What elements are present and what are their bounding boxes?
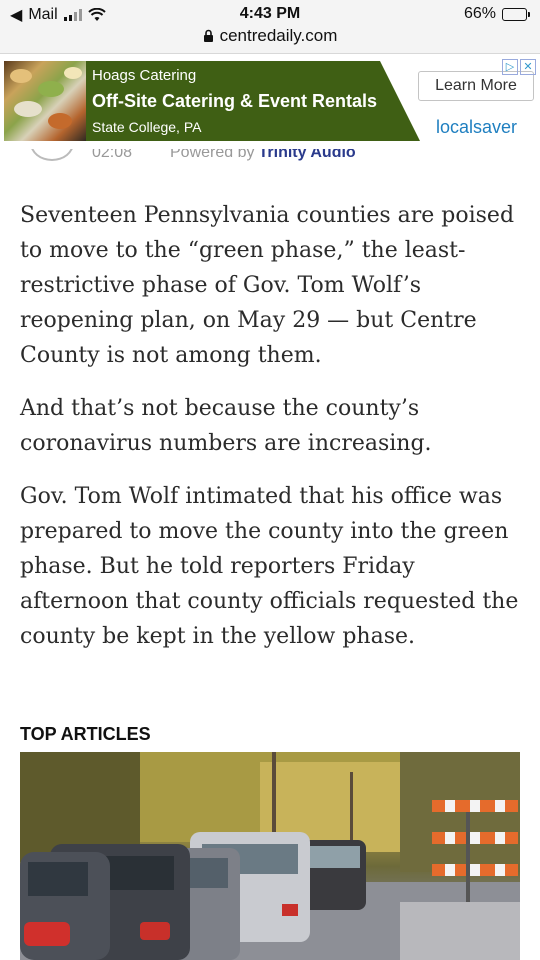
article-paragraph: Gov. Tom Wolf intimated that his office … xyxy=(20,484,519,649)
ad-location: State College, PA xyxy=(92,119,202,135)
play-icon[interactable] xyxy=(30,149,74,161)
ad-choices[interactable]: ▷ ✕ xyxy=(502,59,536,75)
status-bar: ◀ Mail 4:43 PM 66% centredaily.com xyxy=(0,0,540,54)
article-paragraph: And that’s not because the county’s coro… xyxy=(20,396,432,456)
learn-more-button[interactable]: Learn More xyxy=(418,71,534,101)
lock-icon xyxy=(203,29,213,42)
ad-title: Off-Site Catering & Event Rentals xyxy=(92,91,378,111)
top-article-photo[interactable] xyxy=(20,752,520,960)
battery-percent: 66% xyxy=(463,5,496,22)
ad-creative[interactable]: Hoags Catering Off-Site Catering & Event… xyxy=(4,61,420,141)
address-bar[interactable]: centredaily.com xyxy=(0,26,540,46)
audio-player[interactable]: 02:08 Powered by Trinity Audio xyxy=(0,149,540,163)
battery-icon xyxy=(502,7,530,21)
article-body: Seventeen Pennsylvania counties are pois… xyxy=(20,198,520,672)
audio-time: 02:08 xyxy=(92,149,133,161)
audio-provider[interactable]: Trinity Audio xyxy=(259,149,356,161)
adchoices-icon[interactable]: ▷ xyxy=(502,59,518,75)
top-articles-heading: TOP ARTICLES xyxy=(20,724,151,744)
clock: 4:43 PM xyxy=(239,5,301,22)
audio-powered-by: Powered by Trinity Audio xyxy=(170,149,356,162)
ad-brand: Hoags Catering xyxy=(92,67,197,84)
url-text: centredaily.com xyxy=(219,26,338,45)
article-paragraph: Seventeen Pennsylvania counties are pois… xyxy=(20,203,515,368)
ad-network-logo: localsaver xyxy=(436,117,518,137)
traffic-photo xyxy=(20,752,520,960)
ad-banner[interactable]: Hoags Catering Off-Site Catering & Event… xyxy=(0,55,540,149)
ad-food-image xyxy=(4,61,86,141)
battery-status: 66% xyxy=(464,5,530,23)
close-icon[interactable]: ✕ xyxy=(520,59,536,75)
